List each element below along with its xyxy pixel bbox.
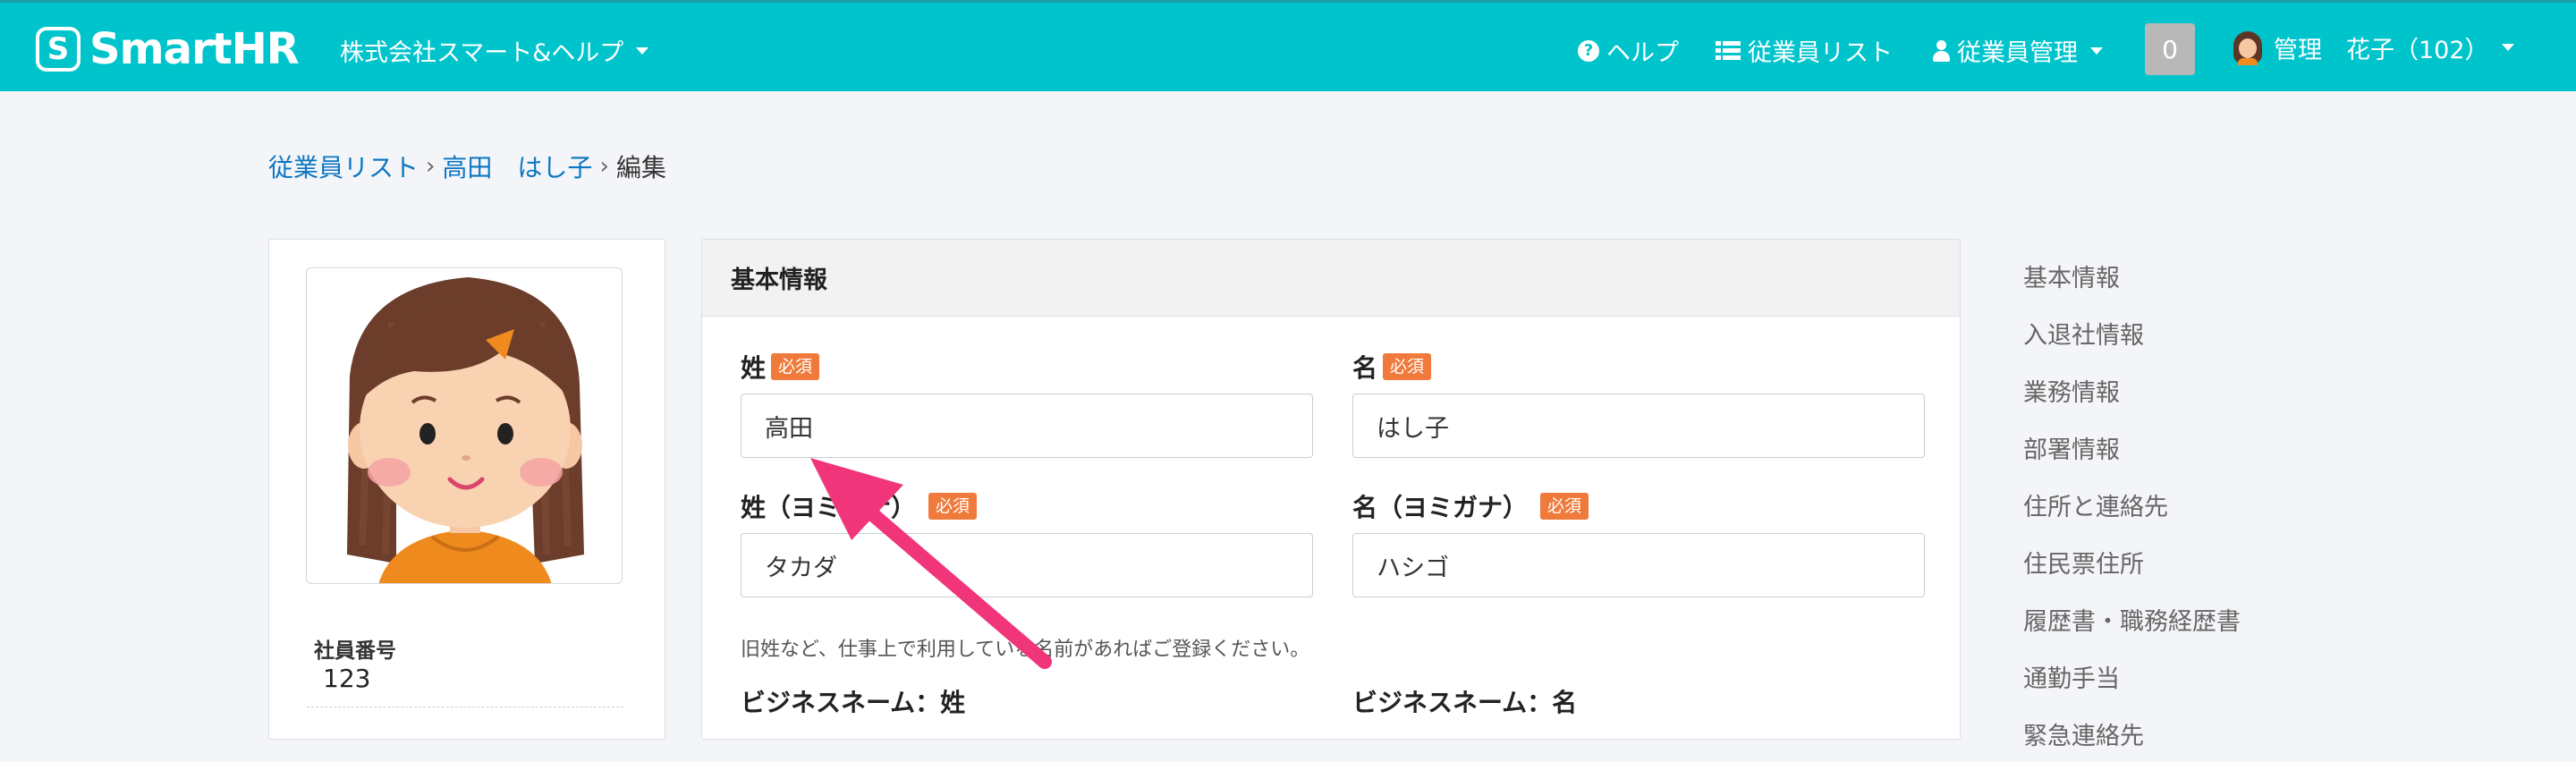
help-link[interactable]: ? ヘルプ <box>1578 33 1679 68</box>
section-nav-emergency-contact[interactable]: 緊急連絡先 <box>2023 705 2241 762</box>
user-name: 管理 花子（102） <box>2274 36 2489 64</box>
list-icon <box>1716 40 1741 61</box>
section-nav-commute[interactable]: 通勤手当 <box>2023 648 2241 705</box>
employee-number-value: 123 <box>323 664 371 693</box>
breadcrumb-employee-list[interactable]: 従業員リスト <box>268 148 419 184</box>
first-name-kana-label: 名（ヨミガナ） 必須 <box>1352 488 1589 524</box>
chevron-right-icon: › <box>599 153 609 180</box>
company-name: 株式会社スマート&ヘルプ <box>340 39 624 67</box>
top-header: S SmartHR 株式会社スマート&ヘルプ ? ヘルプ 従業員リスト 従業員管… <box>0 0 2576 91</box>
breadcrumb-employee[interactable]: 高田 はし子 <box>442 148 592 184</box>
label-text: 姓（ヨミガナ） <box>741 493 917 522</box>
last-name-kana-label: 姓（ヨミガナ） 必須 <box>741 488 978 524</box>
section-nav-employment[interactable]: 入退社情報 <box>2023 304 2241 361</box>
basic-info-panel: 基本情報 姓 必須 名 必須 姓（ヨミガナ） 必須 名（ヨミガナ） 必須 旧姓な… <box>701 239 1961 740</box>
label-text: 名 <box>1352 353 1378 383</box>
required-badge: 必須 <box>771 353 820 380</box>
employee-number-label: 社員番号 <box>314 639 396 663</box>
notification-badge[interactable]: 0 <box>2145 23 2195 75</box>
section-nav-department[interactable]: 部署情報 <box>2023 419 2241 476</box>
section-nav: 基本情報 入退社情報 業務情報 部署情報 住所と連絡先 住民票住所 履歴書・職務… <box>2023 247 2241 762</box>
employee-admin-label: 従業員管理 <box>1957 39 2078 67</box>
smarthr-logo[interactable]: S SmartHR <box>36 24 300 74</box>
employee-list-label: 従業員リスト <box>1748 39 1893 67</box>
chevron-right-icon: › <box>426 153 436 180</box>
user-icon <box>1932 39 1950 62</box>
logo-text: SmartHR <box>89 24 300 74</box>
last-name-label: 姓 必須 <box>741 349 820 385</box>
user-menu[interactable]: 管理 花子（102） <box>2233 30 2514 65</box>
breadcrumb-current: 編集 <box>615 153 666 182</box>
employee-list-link[interactable]: 従業員リスト <box>1716 33 1893 68</box>
logo-mark-icon: S <box>36 27 80 72</box>
first-name-input[interactable] <box>1352 394 1925 458</box>
last-name-kana-input[interactable] <box>741 533 1313 597</box>
chevron-down-icon <box>636 47 649 55</box>
first-name-label: 名 必須 <box>1352 349 1432 385</box>
avatar <box>2233 30 2263 65</box>
breadcrumb: 従業員リスト › 高田 はし子 › 編集 <box>268 148 666 184</box>
required-badge: 必須 <box>1383 353 1432 380</box>
section-nav-basic-info[interactable]: 基本情報 <box>2023 247 2241 304</box>
section-nav-resident-address[interactable]: 住民票住所 <box>2023 533 2241 590</box>
business-name-hint: 旧姓など、仕事上で利用している名前があればご登録ください。 <box>741 639 1310 661</box>
required-badge: 必須 <box>1540 493 1589 520</box>
label-text: 姓 <box>741 353 767 383</box>
chevron-down-icon <box>2090 47 2103 55</box>
business-last-name-label: ビジネスネーム：姓 <box>741 688 966 717</box>
profile-photo[interactable] <box>306 267 623 584</box>
section-title: 基本情報 <box>702 240 1960 317</box>
help-label: ヘルプ <box>1606 39 1679 67</box>
help-icon: ? <box>1578 39 1599 62</box>
section-nav-address[interactable]: 住所と連絡先 <box>2023 476 2241 533</box>
required-badge: 必須 <box>928 493 978 520</box>
company-switcher[interactable]: 株式会社スマート&ヘルプ <box>340 33 649 68</box>
last-name-input[interactable] <box>741 394 1313 458</box>
first-name-kana-input[interactable] <box>1352 533 1925 597</box>
business-first-name-label: ビジネスネーム：名 <box>1352 688 1578 717</box>
section-nav-resume[interactable]: 履歴書・職務経歴書 <box>2023 590 2241 648</box>
chevron-down-icon <box>2501 44 2514 51</box>
section-nav-work-info[interactable]: 業務情報 <box>2023 361 2241 419</box>
profile-card: 社員番号 123 <box>268 239 665 740</box>
profile-illustration <box>347 277 584 583</box>
employee-admin-menu[interactable]: 従業員管理 <box>1932 33 2103 68</box>
label-text: 名（ヨミガナ） <box>1352 493 1529 522</box>
